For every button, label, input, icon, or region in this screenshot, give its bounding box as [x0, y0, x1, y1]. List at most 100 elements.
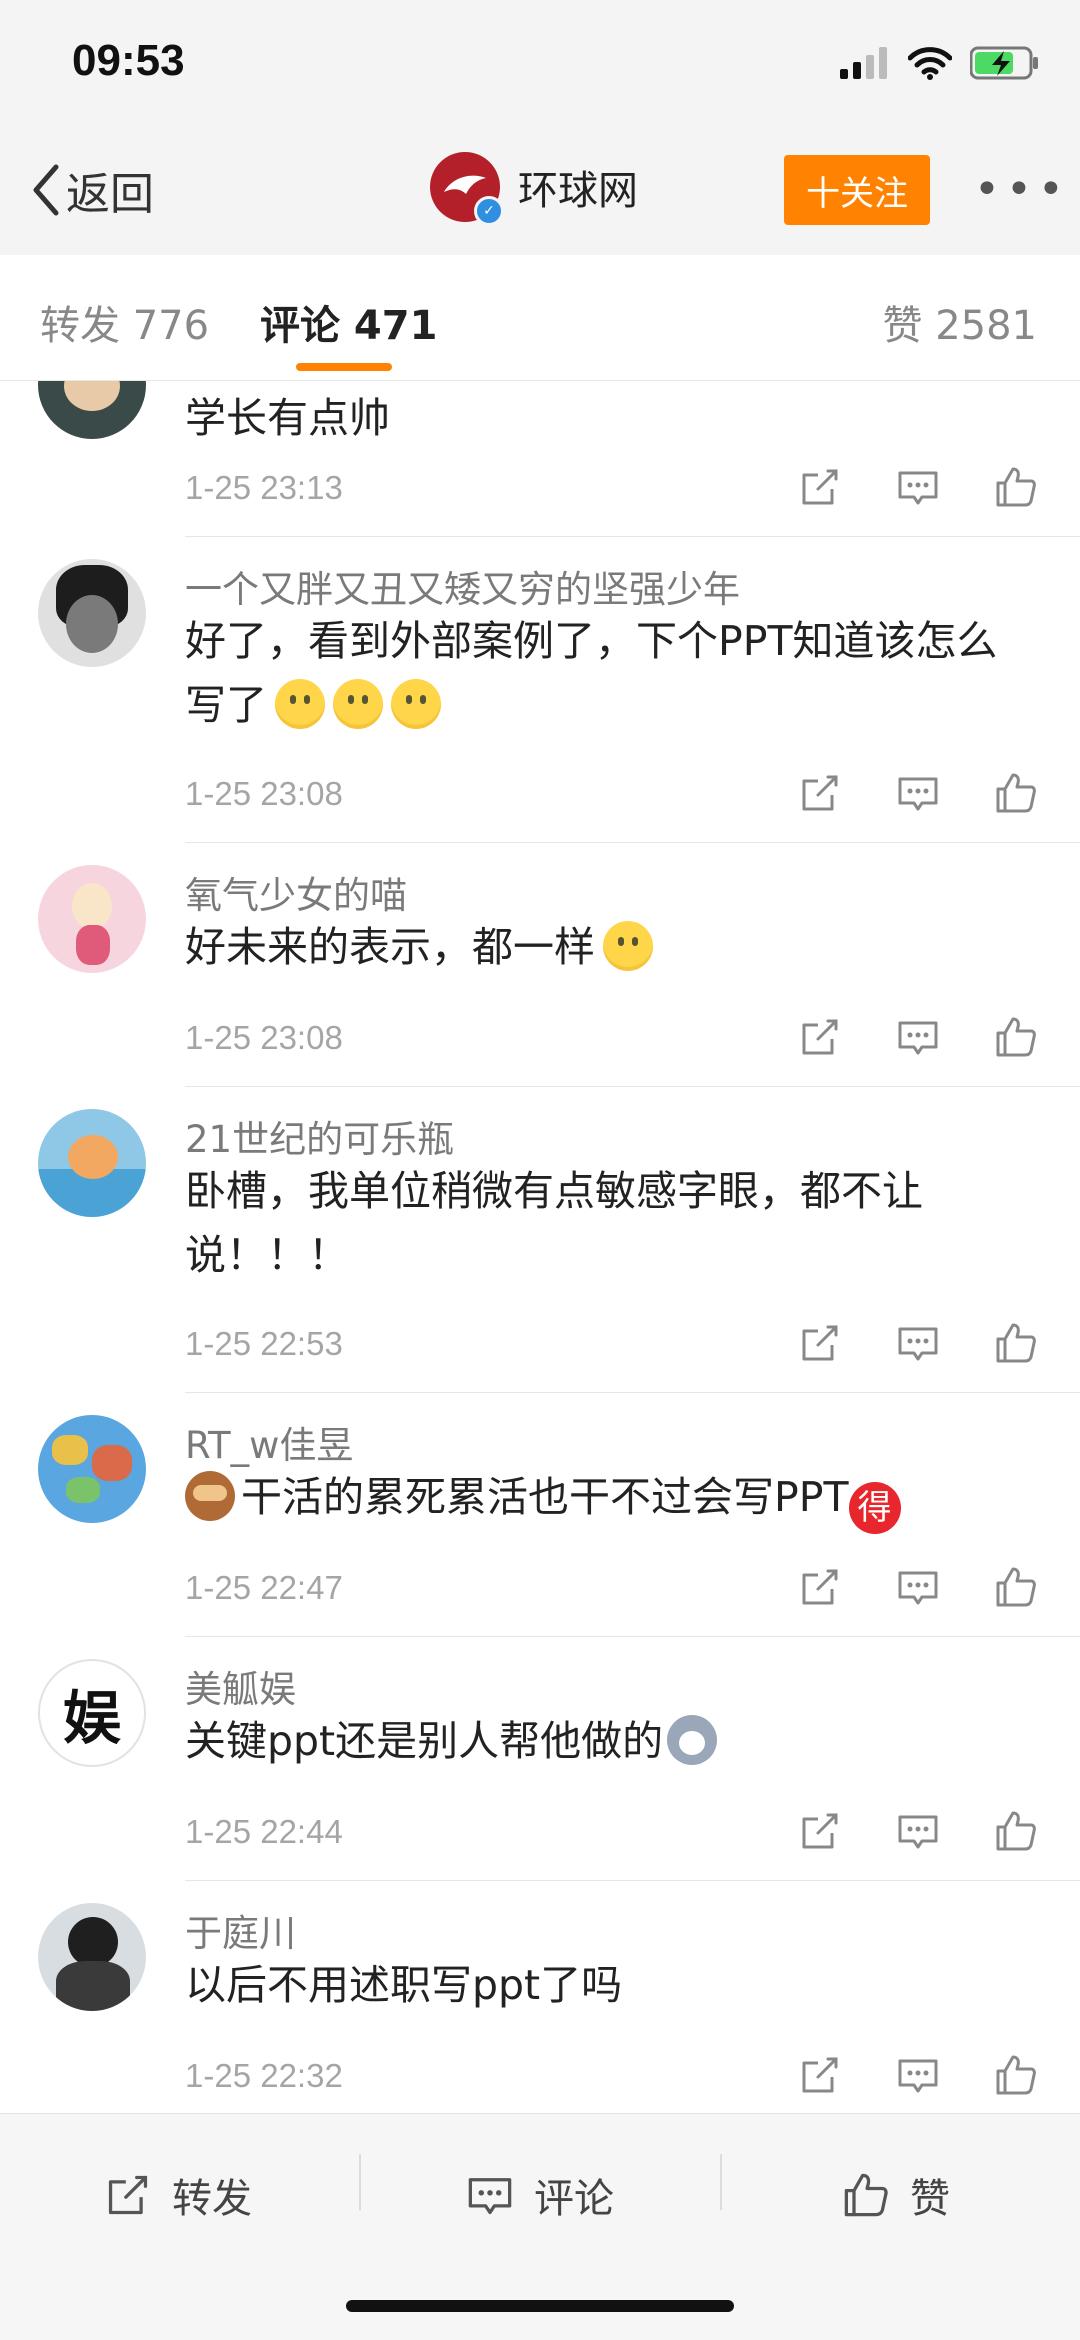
- comment-text-wrap: 好未来的表示，都一样: [185, 915, 1035, 979]
- comment-text: 学长有点帅: [185, 394, 390, 442]
- avatar[interactable]: [38, 1109, 146, 1217]
- account-name: 环球网: [518, 168, 638, 214]
- reply-icon[interactable]: [896, 2053, 940, 2097]
- separator: [720, 2154, 722, 2210]
- comment-text-wrap: 好了，看到外部案例了，下个PPT知道该怎么写了: [185, 609, 1035, 737]
- comment-text: 干活的累死累活也干不过会写PPT: [241, 1473, 849, 1521]
- tab-like[interactable]: 赞 2581: [882, 293, 1037, 351]
- reply-icon[interactable]: [896, 1565, 940, 1609]
- comment-actions: [798, 771, 1038, 815]
- like-icon[interactable]: [994, 2053, 1038, 2097]
- account-avatar[interactable]: ✓: [430, 152, 504, 226]
- verified-badge-icon: ✓: [474, 196, 504, 226]
- comment-item: 21世纪的可乐瓶 卧槽，我单位稍微有点敏感字眼，都不让说！！！ 1-25 22:…: [0, 1087, 1080, 1393]
- avatar[interactable]: [38, 1415, 146, 1523]
- thinking-emoji-icon: [391, 679, 441, 729]
- battery-charging-icon: [970, 46, 1038, 80]
- share-icon[interactable]: [798, 2053, 842, 2097]
- reply-icon[interactable]: [896, 465, 940, 509]
- bottom-action-bar: 转发 评论 赞: [0, 2113, 1080, 2340]
- cellular-signal-icon: [840, 47, 887, 79]
- back-label: 返回: [66, 169, 154, 220]
- share-icon[interactable]: [798, 1809, 842, 1853]
- status-bar: 09:53: [0, 0, 1080, 130]
- see-no-evil-monkey-icon: [185, 1471, 235, 1521]
- follow-button[interactable]: 十关注: [784, 155, 930, 225]
- comment-item: 于庭川 以后不用述职写ppt了吗 1-25 22:32: [0, 1881, 1080, 2113]
- comment-item: 娱 美觚娱 关键ppt还是别人帮他做的 1-25 22:44: [0, 1637, 1080, 1881]
- comment-actions: [798, 1321, 1038, 1365]
- avatar[interactable]: [38, 1903, 146, 2011]
- like-icon[interactable]: [994, 771, 1038, 815]
- tab-repost[interactable]: 转发 776: [40, 293, 209, 351]
- comment-username[interactable]: 氧气少女的喵: [185, 865, 407, 919]
- comment-username[interactable]: 21世纪的可乐瓶: [185, 1109, 454, 1163]
- avatar[interactable]: [38, 559, 146, 667]
- like-icon[interactable]: [994, 1015, 1038, 1059]
- comment-username[interactable]: 一个又胖又丑又矮又穷的坚强少年: [185, 559, 740, 613]
- reply-icon[interactable]: [896, 1809, 940, 1853]
- account-header[interactable]: ✓ 环球网: [430, 152, 638, 226]
- reply-icon[interactable]: [896, 771, 940, 815]
- comment-actions: [798, 1015, 1038, 1059]
- share-icon[interactable]: [798, 771, 842, 815]
- comment-time: 1-25 22:53: [185, 1325, 343, 1362]
- chevron-left-icon: [33, 164, 59, 216]
- repost-button[interactable]: 转发: [104, 2166, 252, 2224]
- avatar[interactable]: 娱: [38, 1659, 146, 1767]
- share-icon[interactable]: [798, 1321, 842, 1365]
- home-indicator[interactable]: [346, 2300, 734, 2312]
- comment-username[interactable]: 美觚娱: [185, 1659, 296, 1713]
- more-options-button[interactable]: •••: [974, 164, 1070, 215]
- comment-item: RT_w佳昱 干活的累死累活也干不过会写PPT 得 1-25 22:47: [0, 1393, 1080, 1637]
- status-time: 09:53: [72, 36, 185, 85]
- separator: [359, 2154, 361, 2210]
- comment-text: 以后不用述职写ppt了吗: [185, 1961, 623, 2009]
- active-tab-indicator: [296, 363, 392, 371]
- like-icon[interactable]: [994, 1809, 1038, 1853]
- back-button[interactable]: 返回: [30, 158, 154, 222]
- share-icon[interactable]: [798, 1565, 842, 1609]
- thinking-emoji-icon: [333, 679, 383, 729]
- comment-time: 1-25 22:47: [185, 1569, 343, 1606]
- like-button[interactable]: 赞: [842, 2166, 950, 2224]
- like-icon[interactable]: [994, 465, 1038, 509]
- avatar[interactable]: [38, 381, 146, 439]
- comment-icon: [468, 2178, 512, 2215]
- repost-label: 转发: [172, 2176, 252, 2222]
- comment-label: 评论: [534, 2176, 614, 2222]
- comment-text: 好未来的表示，都一样: [185, 923, 595, 971]
- share-icon[interactable]: [798, 1015, 842, 1059]
- comment-item: 一个又胖又丑又矮又穷的坚强少年 好了，看到外部案例了，下个PPT知道该怎么写了 …: [0, 537, 1080, 843]
- comment-list[interactable]: 学长有点帅 1-25 23:13 一个又胖又丑又矮又穷的坚强少年 好了，看到外部…: [0, 381, 1080, 2113]
- comment-actions: [798, 2053, 1038, 2097]
- husky-emoji-icon: [667, 1715, 718, 1765]
- like-icon[interactable]: [994, 1321, 1038, 1365]
- reply-icon[interactable]: [896, 1321, 940, 1365]
- tab-comment[interactable]: 评论 471: [260, 293, 437, 351]
- comment-username[interactable]: RT_w佳昱: [185, 1415, 353, 1469]
- share-icon[interactable]: [798, 465, 842, 509]
- comment-time: 1-25 23:13: [185, 469, 343, 506]
- comment-text: 关键ppt还是别人帮他做的: [185, 1717, 664, 1765]
- nav-bar: 返回 ✓ 环球网 十关注 •••: [0, 130, 1080, 256]
- status-icons: [840, 46, 1040, 80]
- thinking-emoji-icon: [275, 679, 325, 729]
- comment-time: 1-25 22:44: [185, 1813, 343, 1850]
- comment-item: 学长有点帅 1-25 23:13: [0, 381, 1080, 537]
- comment-button[interactable]: 评论: [466, 2166, 614, 2224]
- thumbs-up-icon: [844, 2173, 888, 2217]
- comment-time: 1-25 23:08: [185, 775, 343, 812]
- like-label: 赞: [910, 2176, 950, 2222]
- comment-actions: [798, 1565, 1038, 1609]
- reply-icon[interactable]: [896, 1015, 940, 1059]
- comment-time: 1-25 22:32: [185, 2057, 343, 2094]
- comment-text-wrap: 干活的累死累活也干不过会写PPT 得: [185, 1465, 1035, 1534]
- avatar[interactable]: [38, 865, 146, 973]
- comment-username[interactable]: 于庭川: [185, 1903, 296, 1957]
- avatar-glyph: 娱: [62, 1684, 121, 1752]
- tab-bar: 转发 776 评论 471 赞 2581: [0, 255, 1080, 381]
- like-icon[interactable]: [994, 1565, 1038, 1609]
- wifi-icon: [908, 47, 952, 80]
- comment-actions: [798, 465, 1038, 509]
